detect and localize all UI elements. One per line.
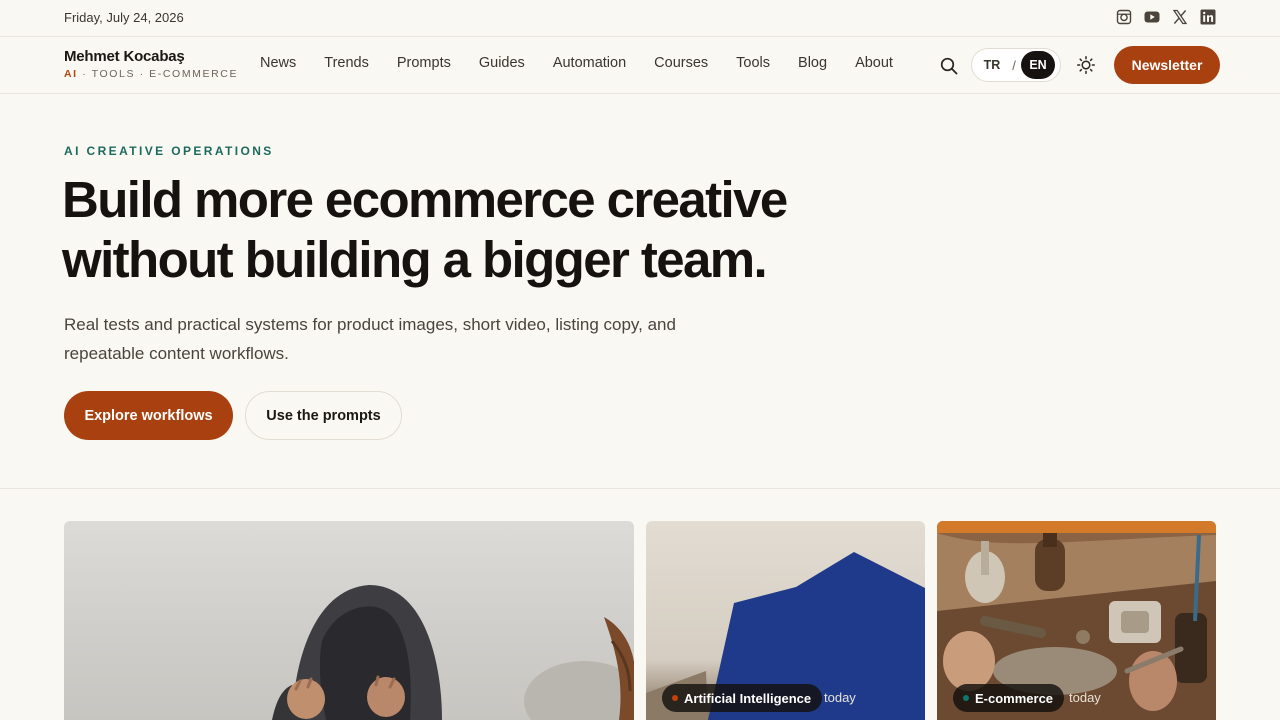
article-card-ai[interactable]: Artificial Intelligence today bbox=[646, 521, 925, 720]
explore-workflows-button[interactable]: Explore workflows bbox=[64, 391, 233, 440]
nav-guides[interactable]: Guides bbox=[465, 55, 539, 71]
lang-option-en[interactable]: EN bbox=[1021, 51, 1055, 79]
hero-headline: Build more ecommerce creative without bu… bbox=[62, 170, 862, 290]
language-switcher: TR / EN bbox=[971, 48, 1061, 82]
article-time: today bbox=[1069, 690, 1101, 705]
category-pill-ecommerce[interactable]: E-commerce bbox=[953, 684, 1065, 712]
nav-about[interactable]: About bbox=[841, 55, 907, 71]
subtitle-line-2: repeatable content workflows. bbox=[64, 344, 289, 363]
hero-section: AI CREATIVE OPERATIONS Build more ecomme… bbox=[0, 94, 1280, 489]
brand-tag-ai: AI bbox=[64, 68, 78, 80]
nav-courses[interactable]: Courses bbox=[640, 55, 722, 71]
nav-trends[interactable]: Trends bbox=[310, 55, 383, 71]
x-icon[interactable] bbox=[1172, 9, 1188, 25]
brand-tagline: AI · TOOLS · E-COMMERCE bbox=[64, 68, 238, 80]
nav-news[interactable]: News bbox=[246, 55, 310, 71]
site-header: Mehmet Kocabaş AI · TOOLS · E-COMMERCE N… bbox=[0, 37, 1280, 94]
newsletter-button[interactable]: Newsletter bbox=[1114, 46, 1220, 84]
subtitle-line-1: Real tests and practical systems for pro… bbox=[64, 315, 676, 334]
category-pill-ai[interactable]: Artificial Intelligence bbox=[662, 684, 823, 712]
brand-name: Mehmet Kocabaş bbox=[64, 48, 185, 65]
featured-article-card[interactable] bbox=[64, 521, 634, 720]
category-label: E-commerce bbox=[975, 690, 1054, 706]
brand-logo[interactable]: Mehmet Kocabaş AI · TOOLS · E-COMMERCE bbox=[64, 48, 238, 80]
current-date: Friday, July 24, 2026 bbox=[64, 10, 184, 25]
nav-tools[interactable]: Tools bbox=[722, 55, 784, 71]
youtube-icon[interactable] bbox=[1144, 9, 1160, 25]
article-time: today bbox=[824, 690, 856, 705]
top-bar: Friday, July 24, 2026 bbox=[0, 0, 1280, 37]
featured-article-image bbox=[272, 585, 634, 720]
nav-automation[interactable]: Automation bbox=[539, 55, 640, 71]
instagram-icon[interactable] bbox=[1116, 9, 1132, 25]
brand-tag-rest: · TOOLS · E-COMMERCE bbox=[77, 68, 239, 80]
lang-separator: / bbox=[1012, 57, 1016, 73]
article-card-ecommerce[interactable]: E-commerce today bbox=[937, 521, 1216, 720]
category-dot bbox=[672, 695, 678, 701]
nav-blog[interactable]: Blog bbox=[784, 55, 841, 71]
headline-line-2: without building a bigger team. bbox=[62, 231, 768, 288]
category-dot bbox=[963, 695, 969, 701]
nav-prompts[interactable]: Prompts bbox=[383, 55, 465, 71]
headline-line-1: Build more ecommerce creative bbox=[62, 171, 788, 228]
hero-eyebrow: AI CREATIVE OPERATIONS bbox=[64, 144, 274, 158]
linkedin-icon[interactable] bbox=[1200, 9, 1216, 25]
search-icon[interactable] bbox=[939, 56, 959, 76]
main-nav: News Trends Prompts Guides Automation Co… bbox=[246, 55, 907, 71]
social-links bbox=[1116, 9, 1216, 25]
use-prompts-button[interactable]: Use the prompts bbox=[245, 391, 402, 440]
lang-option-tr[interactable]: TR bbox=[977, 58, 1007, 72]
category-label: Artificial Intelligence bbox=[684, 690, 812, 706]
hero-subtitle: Real tests and practical systems for pro… bbox=[64, 310, 764, 368]
sun-icon[interactable] bbox=[1076, 55, 1096, 75]
